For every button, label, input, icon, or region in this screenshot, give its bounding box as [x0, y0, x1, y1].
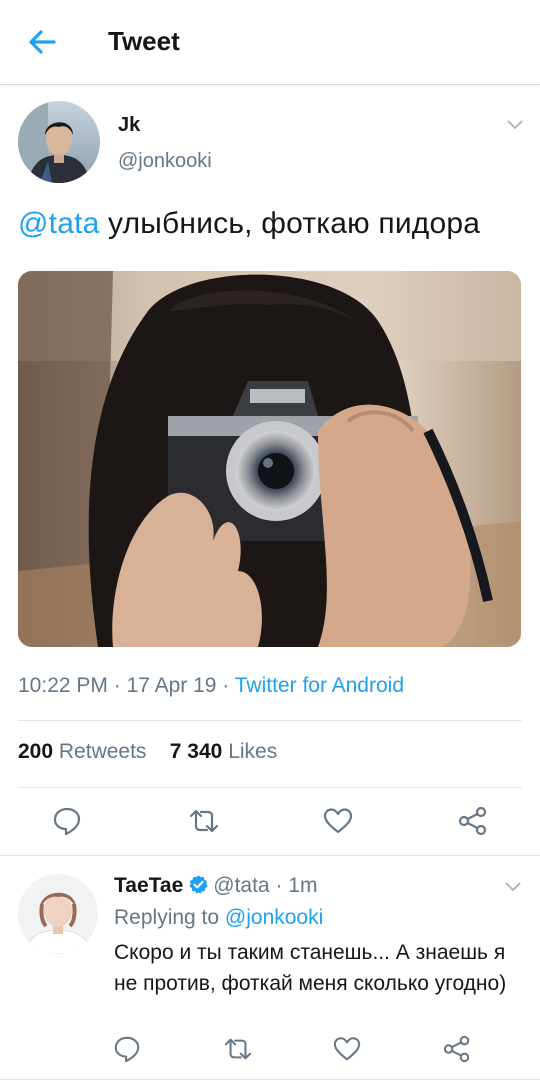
verified-badge-icon — [189, 875, 208, 894]
more-options-button[interactable] — [505, 118, 525, 132]
likes-stat[interactable]: 7 340 Likes — [170, 740, 277, 763]
chevron-down-icon — [507, 120, 523, 130]
tweet-body: улыбнись, фоткаю пидора — [99, 207, 481, 240]
divider — [0, 1079, 540, 1080]
reply-author-avatar[interactable] — [18, 874, 98, 954]
reply-author-handle[interactable]: @tata — [213, 874, 269, 897]
reply-icon — [114, 1036, 140, 1063]
arrow-left-icon — [29, 30, 56, 54]
share-icon — [443, 1035, 470, 1063]
page-title: Tweet — [108, 26, 180, 56]
reply-like-button[interactable] — [333, 1035, 363, 1065]
tweet-date: 17 Apr 19 — [126, 674, 217, 697]
replying-label: Replying to — [114, 906, 220, 929]
retweets-stat[interactable]: 200 Retweets — [18, 740, 146, 763]
retweets-count: 200 — [18, 740, 54, 763]
likes-label: Likes — [228, 740, 278, 763]
reply-header: TaeTae @tata · 1m — [114, 874, 318, 897]
divider — [0, 855, 540, 856]
tweet-text: @tata улыбнись, фоткаю пидора — [18, 207, 480, 241]
chevron-down-icon — [505, 882, 521, 892]
reply-icon — [53, 807, 81, 836]
reply-retweet-button[interactable] — [223, 1035, 253, 1065]
retweet-icon — [189, 809, 219, 833]
back-button[interactable] — [24, 26, 60, 58]
divider — [18, 720, 522, 721]
retweets-label: Retweets — [58, 740, 147, 763]
retweet-button[interactable] — [188, 806, 219, 836]
share-icon — [458, 806, 487, 836]
reply-share-button[interactable] — [443, 1035, 473, 1065]
retweet-icon — [224, 1038, 252, 1060]
reply-author-name[interactable]: TaeTae — [114, 874, 183, 897]
tweet-source-link[interactable]: Twitter for Android — [235, 674, 404, 697]
author-avatar[interactable] — [18, 101, 100, 183]
replying-to: Replying to @jonkooki — [114, 906, 323, 930]
tweet-meta: 10:22 PM · 17 Apr 19 · Twitter for Andro… — [18, 674, 405, 697]
share-button[interactable] — [458, 806, 488, 836]
tweet-time: 10:22 PM — [18, 674, 108, 697]
reply-more-options-button[interactable] — [503, 880, 523, 894]
reply-text: Скоро и ты таким станешь... А знаешь я н… — [114, 941, 507, 995]
reply-time: 1m — [288, 874, 318, 897]
divider — [18, 787, 522, 788]
like-button[interactable] — [323, 806, 353, 836]
heart-icon — [323, 808, 353, 834]
tweet-mention[interactable]: @tata — [18, 207, 100, 240]
author-name[interactable]: Jk — [118, 114, 140, 137]
tweet-stats: 200 Retweets 7 340 Likes — [18, 740, 277, 764]
author-handle[interactable]: @jonkooki — [118, 150, 212, 173]
reply-button[interactable] — [52, 806, 82, 836]
top-bar: Tweet — [0, 0, 540, 85]
reply-reply-button[interactable] — [113, 1035, 143, 1065]
tweet-photo[interactable] — [18, 271, 521, 647]
likes-count: 7 340 — [169, 740, 223, 763]
replying-to-mention[interactable]: @jonkooki — [225, 906, 323, 929]
heart-icon — [333, 1037, 361, 1061]
